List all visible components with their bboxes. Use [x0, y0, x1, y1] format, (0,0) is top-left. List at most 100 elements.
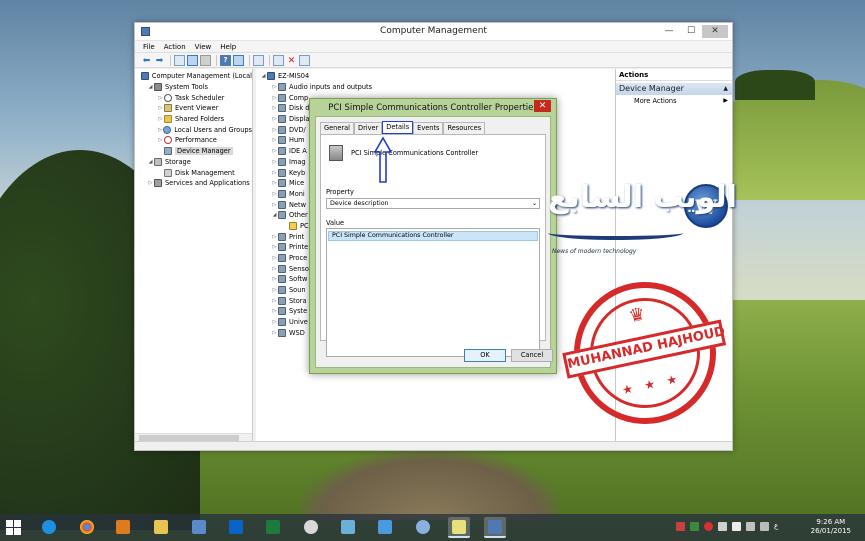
flag-icon[interactable]: [732, 522, 741, 531]
tab-resources[interactable]: Resources: [443, 122, 486, 134]
tab-driver[interactable]: Driver: [354, 122, 383, 134]
taskbar-outlook[interactable]: [225, 517, 247, 538]
property-dropdown[interactable]: Device description ⌄: [326, 198, 540, 209]
expanded-arrow-icon[interactable]: ◢: [271, 212, 278, 218]
actions-item-more-actions[interactable]: More Actions ▶: [616, 95, 732, 107]
expand-arrow-icon[interactable]: ▷: [271, 170, 278, 176]
tab-details[interactable]: Details: [382, 121, 414, 134]
help-icon[interactable]: ?: [220, 54, 231, 66]
taskbar-snipping-tool[interactable]: [300, 517, 322, 538]
expand-arrow-icon[interactable]: ▷: [271, 244, 278, 250]
dialog-close-button[interactable]: ✕: [534, 100, 551, 112]
expand-arrow-icon[interactable]: ▷: [271, 287, 278, 293]
value-list-item[interactable]: PCI Simple Communications Controller: [328, 231, 538, 241]
enable-device-icon[interactable]: [299, 54, 310, 66]
expand-arrow-icon[interactable]: ▷: [271, 159, 278, 165]
expanded-arrow-icon[interactable]: ◢: [260, 73, 267, 79]
back-arrow-icon[interactable]: ⬅: [141, 55, 152, 66]
tree-item[interactable]: Disk Management: [135, 167, 252, 178]
taskbar-computer-management[interactable]: [484, 517, 506, 538]
taskbar-media-player[interactable]: [112, 517, 134, 538]
dialog-titlebar[interactable]: PCI Simple Communications Controller Pro…: [310, 99, 556, 116]
taskbar-network[interactable]: [374, 517, 396, 538]
uninstall-device-icon[interactable]: ✕: [286, 55, 297, 66]
start-button[interactable]: [6, 520, 22, 536]
expand-arrow-icon[interactable]: ▷: [271, 330, 278, 336]
menu-action[interactable]: Action: [164, 41, 186, 52]
tray-app-icon[interactable]: [676, 522, 685, 531]
tree-item[interactable]: ▷ Services and Applications: [135, 178, 252, 189]
window-titlebar[interactable]: Computer Management — ☐ ✕: [135, 23, 732, 41]
expand-arrow-icon[interactable]: ▷: [271, 202, 278, 208]
minimize-button[interactable]: —: [658, 25, 680, 38]
close-button[interactable]: ✕: [702, 25, 728, 38]
expand-arrow-icon[interactable]: ▷: [271, 308, 278, 314]
menu-file[interactable]: File: [143, 41, 155, 52]
console-tree-scrollbar[interactable]: [135, 433, 252, 441]
taskbar-app[interactable]: [337, 517, 359, 538]
volume-icon[interactable]: [760, 522, 769, 531]
ok-button[interactable]: OK: [464, 349, 506, 362]
menu-view[interactable]: View: [195, 41, 212, 52]
tree-item[interactable]: ▷ Performance: [135, 135, 252, 146]
expand-arrow-icon[interactable]: ▷: [271, 105, 278, 111]
tree-item[interactable]: ◢ Storage: [135, 157, 252, 168]
taskbar-paint[interactable]: [412, 517, 434, 538]
expand-arrow-icon[interactable]: ▷: [271, 148, 278, 154]
taskbar-remote-desktop[interactable]: [188, 517, 210, 538]
language-indicator[interactable]: ع: [774, 522, 783, 531]
tree-item[interactable]: ◢ System Tools: [135, 82, 252, 93]
expand-arrow-icon[interactable]: ▷: [271, 180, 278, 186]
actions-section-device-manager[interactable]: Device Manager ▲: [616, 83, 732, 95]
expand-arrow-icon[interactable]: ▷: [271, 255, 278, 261]
tree-item[interactable]: Computer Management (Local: [135, 71, 252, 82]
device-tree-item[interactable]: ▷ Audio inputs and outputs: [256, 82, 615, 93]
properties-icon[interactable]: [200, 54, 211, 66]
expand-arrow-icon[interactable]: ▷: [271, 84, 278, 90]
expand-arrow-icon[interactable]: ▷: [271, 276, 278, 282]
expand-arrow-icon[interactable]: ▷: [147, 180, 154, 186]
expand-arrow-icon[interactable]: ▷: [271, 116, 278, 122]
expand-arrow-icon[interactable]: ▷: [271, 319, 278, 325]
menu-help[interactable]: Help: [220, 41, 236, 52]
collapse-arrow-icon[interactable]: ▲: [723, 83, 728, 95]
tree-item[interactable]: ▷ Local Users and Groups: [135, 124, 252, 135]
expand-arrow-icon[interactable]: ▷: [271, 266, 278, 272]
expand-arrow-icon[interactable]: ▷: [271, 298, 278, 304]
device-tree-item[interactable]: ◢ EZ-MIS04: [256, 71, 615, 82]
taskbar-chrome[interactable]: [76, 517, 98, 538]
tab-general[interactable]: General: [320, 122, 354, 134]
expand-arrow-icon[interactable]: ▷: [271, 191, 278, 197]
expand-arrow-icon[interactable]: ▷: [157, 137, 164, 143]
expand-arrow-icon[interactable]: ▷: [271, 95, 278, 101]
tree-item[interactable]: ▷ Task Scheduler: [135, 92, 252, 103]
scan-hardware-icon[interactable]: [253, 54, 264, 66]
expanded-arrow-icon[interactable]: ◢: [147, 84, 154, 90]
tab-events[interactable]: Events: [413, 122, 444, 134]
clock[interactable]: 9:26 AM 26/01/2015: [811, 518, 851, 536]
tray-app-icon[interactable]: [718, 522, 727, 531]
taskbar-excel[interactable]: [262, 517, 284, 538]
update-driver-icon[interactable]: [273, 54, 284, 66]
taskbar-sticky-notes[interactable]: [448, 517, 470, 538]
expanded-arrow-icon[interactable]: ◢: [147, 159, 154, 165]
expand-arrow-icon[interactable]: ▷: [157, 105, 164, 111]
network-tray-icon[interactable]: [746, 522, 755, 531]
up-folder-icon[interactable]: [174, 54, 185, 66]
expand-arrow-icon[interactable]: ▷: [271, 234, 278, 240]
expand-arrow-icon[interactable]: ▷: [157, 116, 164, 122]
tray-app-icon[interactable]: [704, 522, 713, 531]
forward-arrow-icon[interactable]: ➡: [154, 55, 165, 66]
taskbar-ie[interactable]: [38, 517, 60, 538]
value-list[interactable]: PCI Simple Communications Controller: [326, 228, 540, 357]
tree-item[interactable]: ▷ Event Viewer: [135, 103, 252, 114]
taskbar-explorer[interactable]: [150, 517, 172, 538]
show-hide-console-tree-icon[interactable]: [187, 54, 198, 66]
cancel-button[interactable]: Cancel: [511, 349, 553, 362]
tree-item[interactable]: ▷ Shared Folders: [135, 114, 252, 125]
expand-arrow-icon[interactable]: ▷: [157, 95, 164, 101]
show-hide-action-pane-icon[interactable]: [233, 54, 244, 66]
tree-item[interactable]: Device Manager: [135, 146, 252, 157]
maximize-button[interactable]: ☐: [680, 25, 702, 38]
expand-arrow-icon[interactable]: ▷: [271, 137, 278, 143]
